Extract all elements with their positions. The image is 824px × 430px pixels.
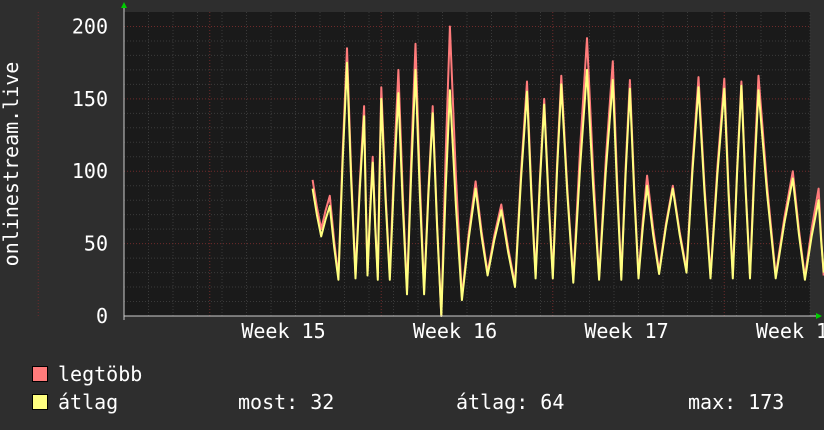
legend-swatch-max <box>32 366 48 382</box>
y-tick-label: 50 <box>84 232 108 256</box>
y-tick-label: 100 <box>72 159 108 183</box>
x-tick-label: Week 18 <box>756 319 824 343</box>
x-tick-label: Week 16 <box>413 319 497 343</box>
y-axis-label: onlinestream.live <box>0 62 23 267</box>
y-tick-label: 150 <box>72 87 108 111</box>
y-tick-label: 200 <box>72 14 108 38</box>
stat-average: átlag: 64 <box>456 390 565 414</box>
y-axis-arrow <box>121 2 127 8</box>
x-tick-label: Week 15 <box>241 319 325 343</box>
x-tick-label: Week 17 <box>584 319 668 343</box>
legend-avg-label: átlag <box>58 390 119 414</box>
legend-swatch-avg <box>32 394 48 410</box>
y-tick-label: 0 <box>96 304 108 328</box>
stat-maximum: max: 173 <box>688 390 785 414</box>
legend-max-label: legtöbb <box>58 362 143 386</box>
stat-current: most: 32 <box>238 390 335 414</box>
